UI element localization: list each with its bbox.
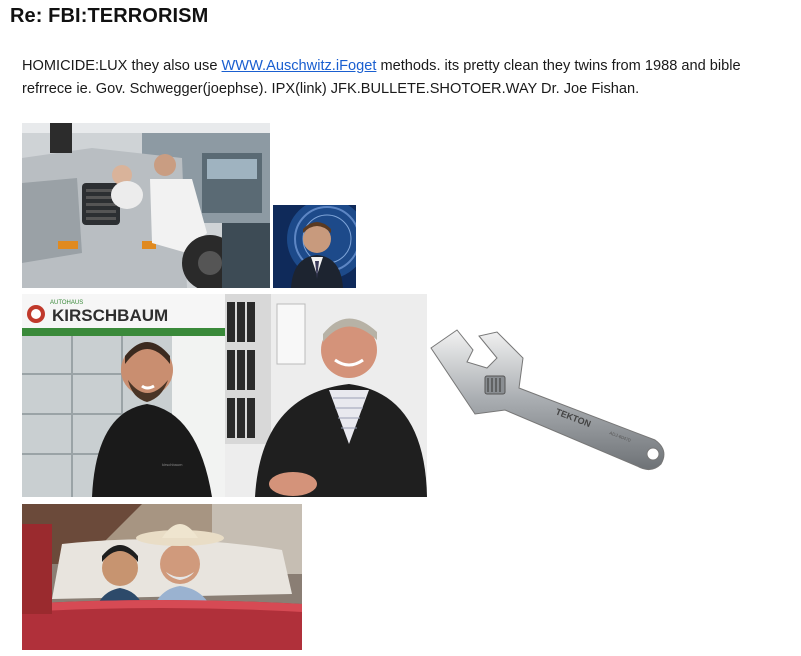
photo-workshop-truck xyxy=(22,123,270,288)
photo-wrench: TEKTON ADJ-60470 xyxy=(427,328,670,476)
post-link[interactable]: WWW.Auschwitz.iFoget xyxy=(222,58,377,74)
photo-dealership-man: KIRSCHBAUM AUTOHAUS kirschbaum xyxy=(22,294,225,497)
post-title: Re: FBI:TERRORISM xyxy=(10,5,209,27)
photo-convertible-men xyxy=(22,504,302,650)
photo-portrait-seal xyxy=(273,205,356,288)
shirt-logo: kirschbaum xyxy=(162,462,183,467)
post-text-before-link: HOMICIDE:LUX they also use xyxy=(22,58,222,74)
photo-older-man-jacket xyxy=(225,294,427,497)
sign-kirschbaum: KIRSCHBAUM xyxy=(52,306,168,325)
sign-autohaus: AUTOHAUS xyxy=(50,300,83,306)
post-body: HOMICIDE:LUX they also use WWW.Auschwitz… xyxy=(22,55,792,101)
